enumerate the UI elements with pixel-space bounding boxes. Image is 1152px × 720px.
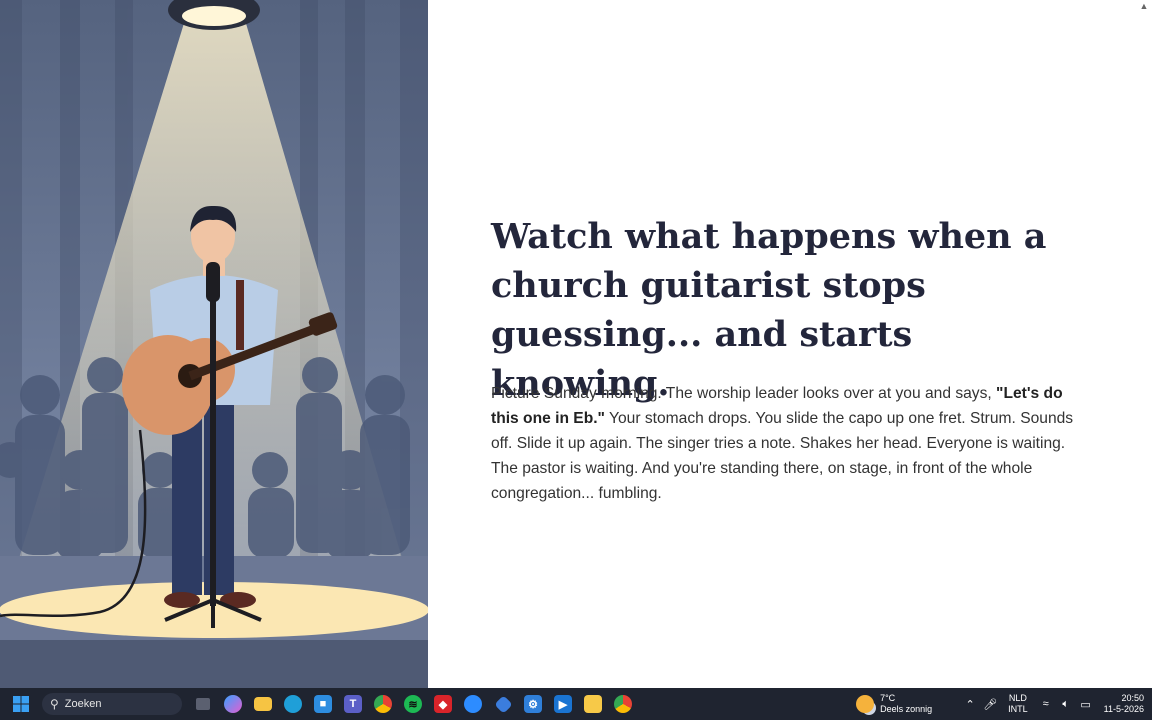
weather-widget[interactable]: 7°C Deels zonnig bbox=[856, 693, 932, 715]
store-icon: ■ bbox=[314, 695, 332, 713]
search-icon: ⚲ bbox=[50, 697, 59, 711]
settings-button[interactable]: ⚙ bbox=[518, 688, 548, 720]
language-code: NLD bbox=[1008, 693, 1027, 703]
wifi-icon[interactable]: ≈ bbox=[1036, 698, 1056, 710]
zoom-icon bbox=[464, 695, 482, 713]
keyboard-layout: INTL bbox=[1008, 704, 1028, 714]
teams-icon: T bbox=[344, 695, 362, 713]
spotify-button[interactable]: ≋ bbox=[398, 688, 428, 720]
weather-description: Deels zonnig bbox=[880, 704, 933, 714]
store-button[interactable]: ■ bbox=[308, 688, 338, 720]
weather-temperature: 7°C bbox=[880, 693, 896, 703]
copilot-button[interactable] bbox=[218, 688, 248, 720]
chevron-up-icon[interactable]: ⌃ bbox=[960, 698, 980, 711]
task-view-button[interactable] bbox=[188, 688, 218, 720]
microphone-icon[interactable]: 🎤︎ bbox=[980, 698, 1000, 711]
search-placeholder: Zoeken bbox=[64, 698, 102, 710]
intro-paragraph: Picture Sunday morning. The worship lead… bbox=[491, 381, 1081, 506]
language-indicator[interactable]: NLD INTL bbox=[1008, 693, 1028, 715]
page-headline: Watch what happens when a church guitari… bbox=[491, 216, 1047, 404]
windows-taskbar: ⚲ Zoeken ■ T ≋ ◆ ⚙ ▶ 7°C Deels zonnig ⌃ … bbox=[0, 688, 1152, 720]
taskbar-search[interactable]: ⚲ Zoeken bbox=[42, 693, 182, 715]
intro-text-start: Picture Sunday morning. The worship lead… bbox=[491, 385, 997, 402]
hero-illustration bbox=[0, 0, 428, 688]
battery-icon[interactable]: ▭ bbox=[1076, 698, 1096, 711]
content-panel: ▲ Watch what happens when a church guita… bbox=[428, 0, 1152, 688]
navigator-icon bbox=[493, 694, 513, 714]
notes-icon bbox=[584, 695, 602, 713]
shield-icon: ◆ bbox=[434, 695, 452, 713]
edge-button[interactable] bbox=[278, 688, 308, 720]
app-button-navigator[interactable] bbox=[488, 688, 518, 720]
security-app-button[interactable]: ◆ bbox=[428, 688, 458, 720]
clock-date: 11-5-2026 bbox=[1103, 704, 1144, 714]
powerautomate-button[interactable]: ▶ bbox=[548, 688, 578, 720]
task-view-icon bbox=[196, 698, 210, 710]
gear-icon: ⚙ bbox=[524, 695, 542, 713]
edge-icon bbox=[284, 695, 302, 713]
arrow-app-icon: ▶ bbox=[554, 695, 572, 713]
chrome-button[interactable] bbox=[368, 688, 398, 720]
scroll-up-arrow-icon[interactable]: ▲ bbox=[1138, 0, 1150, 12]
chrome-icon bbox=[614, 695, 632, 713]
file-explorer-button[interactable] bbox=[248, 688, 278, 720]
spotify-icon: ≋ bbox=[404, 695, 422, 713]
chrome-icon bbox=[374, 695, 392, 713]
system-tray: 7°C Deels zonnig ⌃ 🎤︎ NLD INTL ≈ 🔈︎ ▭ 20… bbox=[856, 688, 1152, 720]
folder-icon bbox=[254, 697, 272, 711]
teams-button[interactable]: T bbox=[338, 688, 368, 720]
zoom-button[interactable] bbox=[458, 688, 488, 720]
guitarist-stage-illustration bbox=[0, 0, 428, 688]
windows-logo-icon bbox=[13, 696, 29, 712]
chrome-profile-button[interactable] bbox=[608, 688, 638, 720]
start-button[interactable] bbox=[6, 688, 36, 720]
clock-time: 20:50 bbox=[1121, 693, 1144, 703]
copilot-icon bbox=[224, 695, 242, 713]
speaker-icon[interactable]: 🔈︎ bbox=[1056, 698, 1076, 711]
notes-button[interactable] bbox=[578, 688, 608, 720]
partly-sunny-icon bbox=[856, 695, 875, 713]
clock[interactable]: 20:50 11-5-2026 bbox=[1104, 693, 1144, 715]
